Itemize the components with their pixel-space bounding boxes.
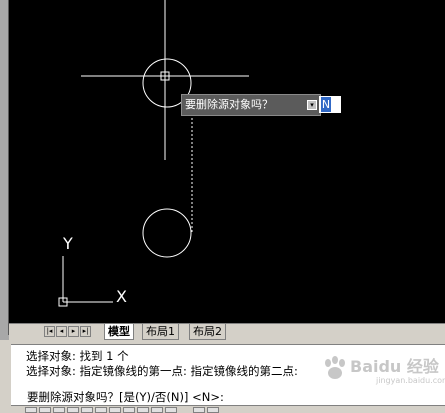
- status-polar-button[interactable]: [67, 407, 79, 413]
- dynamic-input-field[interactable]: N: [319, 96, 341, 113]
- tab-last-icon[interactable]: ▸|: [80, 326, 91, 337]
- watermark-text: Baidu 经验: [350, 357, 439, 376]
- status-extra-button-3[interactable]: [207, 407, 219, 413]
- status-extra-button-2[interactable]: [193, 407, 205, 413]
- drawing-canvas[interactable]: Y X 要删除源对象吗？ ▾ N: [9, 0, 445, 323]
- status-otrack-button[interactable]: [95, 407, 107, 413]
- layout-tab-bar: |◂ ◂ ▸ ▸| 模型 布局1 布局2: [9, 323, 445, 340]
- tooltip-dropdown-icon[interactable]: ▾: [307, 100, 317, 110]
- command-prompt: 要删除源对象吗？[是(Y)/否(N)] <N>:: [27, 390, 224, 404]
- tab-layout2[interactable]: 布局2: [189, 324, 226, 340]
- ucs-x-label: X: [116, 287, 127, 306]
- watermark-sub: jingyan.baidu.com: [376, 376, 445, 385]
- tab-layout1[interactable]: 布局1: [142, 324, 179, 340]
- tooltip-text: 要删除源对象吗？: [185, 98, 273, 111]
- status-dyn-button[interactable]: [123, 407, 135, 413]
- status-model-button[interactable]: [151, 407, 163, 413]
- status-grid-button[interactable]: [39, 407, 51, 413]
- baidu-watermark: Baidu 经验 jingyan.baidu.com: [322, 356, 445, 385]
- command-line[interactable]: 要删除源对象吗？[是(Y)/否(N)] <N>:: [11, 390, 445, 405]
- tab-model[interactable]: 模型: [104, 324, 134, 340]
- history-line: 选择对象: 指定镜像线的第一点: 指定镜像线的第二点:: [26, 364, 298, 378]
- status-snap-button[interactable]: [25, 407, 37, 413]
- ucs-y-label: Y: [62, 234, 73, 253]
- tab-first-icon[interactable]: |◂: [44, 326, 55, 337]
- status-ortho-button[interactable]: [53, 407, 65, 413]
- status-extra-button[interactable]: [165, 407, 177, 413]
- status-ducs-button[interactable]: [109, 407, 121, 413]
- status-osnap-button[interactable]: [81, 407, 93, 413]
- mirrored-circle[interactable]: [142, 208, 192, 258]
- dynamic-input-tooltip: 要删除源对象吗？ ▾: [181, 94, 321, 116]
- tab-prev-icon[interactable]: ◂: [56, 326, 67, 337]
- history-line: 选择对象: 找到 1 个: [26, 349, 129, 363]
- baidu-paw-icon: [325, 356, 345, 379]
- dynamic-input-value: N: [321, 97, 331, 112]
- status-lwt-button[interactable]: [137, 407, 149, 413]
- drawing-svg: Y X: [58, 0, 249, 307]
- tab-next-icon[interactable]: ▸: [68, 326, 79, 337]
